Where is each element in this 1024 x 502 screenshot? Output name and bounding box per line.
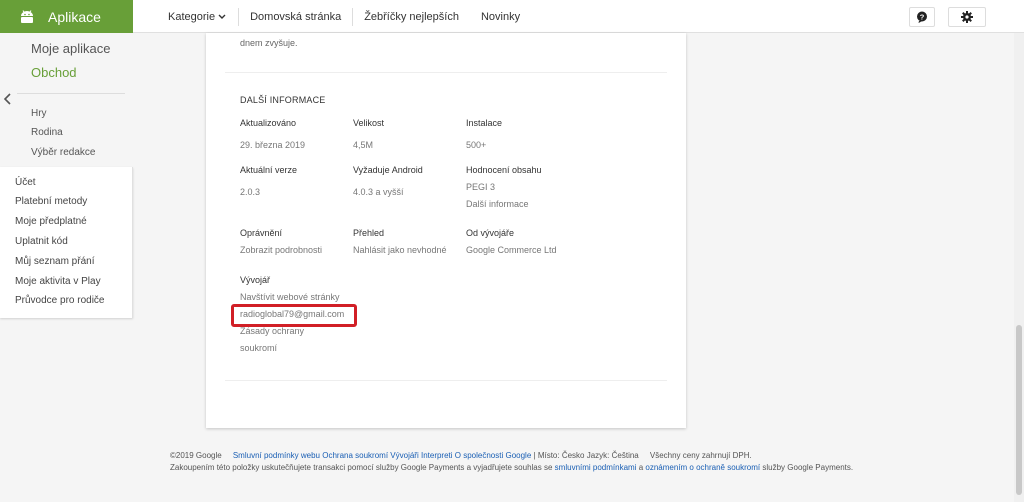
additional-info-heading: DALŠÍ INFORMACE <box>240 95 326 105</box>
page-scrollbar[interactable] <box>1014 33 1024 502</box>
account-item-account[interactable]: Účet <box>15 177 36 188</box>
account-item-subscriptions[interactable]: Moje předplatné <box>15 216 87 227</box>
footer-location: | Místo: Česko Jazyk: Čeština <box>533 451 639 460</box>
footer-payments-and: a <box>638 463 644 472</box>
field-label: Aktuální verze <box>240 165 298 175</box>
categories-label: Kategorie <box>168 10 216 23</box>
section-divider <box>225 380 667 381</box>
settings-button[interactable] <box>948 7 986 27</box>
field-label: Hodnocení obsahu <box>466 165 542 175</box>
chevron-left-icon[interactable] <box>2 92 14 106</box>
nav-charts[interactable]: Žebříčky nejlepších <box>353 11 470 23</box>
footer-copyright: ©2019 Google <box>170 451 222 460</box>
footer: ©2019 Google Smluvní podmínky webu Ochra… <box>170 450 1010 474</box>
sidebar-item-editors-choice[interactable]: Výběr redakce <box>31 147 95 158</box>
field-offered-by: Od vývojáře Google Commerce Ltd <box>466 228 557 259</box>
footer-payments-text: Zakoupením této položky uskutečňujete tr… <box>170 463 553 472</box>
top-bar: Aplikace Kategorie Domovská stránka Žebř… <box>0 0 1024 33</box>
sidebar-item-store[interactable]: Obchod <box>31 65 77 80</box>
apps-brand-button[interactable]: Aplikace <box>0 0 133 33</box>
field-label: Aktualizováno <box>240 118 297 128</box>
android-icon <box>21 9 33 23</box>
field-value: 4,5M <box>353 140 374 150</box>
scrollbar-thumb[interactable] <box>1016 325 1022 495</box>
account-item-wishlist[interactable]: Můj seznam přání <box>15 256 94 267</box>
brand-title: Aplikace <box>48 8 101 25</box>
field-installs: Instalace 500+ <box>466 118 502 154</box>
footer-link-developers[interactable]: Vývojáři <box>390 451 418 460</box>
main-nav: Kategorie Domovská stránka Žebříčky nejl… <box>157 0 531 33</box>
help-button[interactable]: ? <box>909 7 935 27</box>
app-details-card: dnem zvyšuje. DALŠÍ INFORMACE Aktualizov… <box>206 33 686 428</box>
account-menu: Účet Platební metody Moje předplatné Upl… <box>0 167 133 318</box>
field-label: Od vývojáře <box>466 228 515 238</box>
developer-label: Vývojář <box>240 275 271 285</box>
field-version: Aktuální verze 2.0.3 <box>240 165 297 201</box>
footer-payments-end: služby Google Payments. <box>762 463 854 472</box>
email-highlight-box <box>231 304 357 327</box>
sidebar-item-family[interactable]: Rodina <box>31 127 63 138</box>
report-link[interactable]: Nahlásit jako nevhodné <box>353 242 447 259</box>
footer-link-privacy[interactable]: Ochrana soukromí <box>322 451 388 460</box>
field-value: 500+ <box>466 140 487 150</box>
account-item-parent-guide[interactable]: Průvodce pro rodiče <box>15 295 105 306</box>
sidebar-item-games[interactable]: Hry <box>31 108 47 119</box>
sidebar: Moje aplikace Obchod Hry Rodina Výběr re… <box>0 33 133 167</box>
field-content-rating: Hodnocení obsahu PEGI 3 Další informace <box>466 165 542 213</box>
rating-more-info-link[interactable]: Další informace <box>466 196 542 213</box>
field-value: 29. března 2019 <box>240 140 306 150</box>
field-value: 2.0.3 <box>240 187 261 197</box>
field-value: 4.0.3 a vyšší <box>353 187 404 197</box>
footer-prices: Všechny ceny zahrnují DPH. <box>649 451 752 460</box>
permissions-link[interactable]: Zobrazit podrobnosti <box>240 242 322 259</box>
footer-link-payment-terms[interactable]: smluvními podmínkami <box>555 463 637 472</box>
chevron-down-icon <box>218 14 226 19</box>
field-label: Velikost <box>353 118 385 128</box>
footer-link-about[interactable]: O společnosti Google <box>455 451 532 460</box>
categories-dropdown[interactable]: Kategorie <box>157 7 240 26</box>
svg-text:?: ? <box>920 12 925 21</box>
gear-icon <box>961 11 973 23</box>
footer-line-1: ©2019 Google Smluvní podmínky webu Ochra… <box>170 450 1010 462</box>
account-item-payment-methods[interactable]: Platební metody <box>15 196 87 207</box>
field-value: PEGI 3 <box>466 182 496 192</box>
field-label: Oprávnění <box>240 228 283 238</box>
footer-line-2: Zakoupením této položky uskutečňujete tr… <box>170 462 1010 474</box>
footer-link-artists[interactable]: Interpreti <box>421 451 453 460</box>
nav-new[interactable]: Novinky <box>470 11 531 23</box>
footer-link-payment-privacy[interactable]: oznámením o ochraně soukromí <box>645 463 760 472</box>
footer-link-terms[interactable]: Smluvní podmínky webu <box>233 451 320 460</box>
section-divider <box>225 72 667 73</box>
sidebar-divider <box>17 93 125 94</box>
field-label: Instalace <box>466 118 503 128</box>
nav-home[interactable]: Domovská stránka <box>239 11 352 23</box>
field-permissions: Oprávnění Zobrazit podrobnosti <box>240 228 322 259</box>
field-report: Přehled Nahlásit jako nevhodné <box>353 228 447 259</box>
description-tail: dnem zvyšuje. <box>240 38 298 48</box>
field-requires-android: Vyžaduje Android 4.0.3 a vyšší <box>353 165 423 201</box>
account-item-redeem[interactable]: Uplatnit kód <box>15 236 68 247</box>
sidebar-item-my-apps[interactable]: Moje aplikace <box>31 41 111 56</box>
privacy-policy-link-2[interactable]: soukromí <box>240 340 380 357</box>
field-label: Vyžaduje Android <box>353 165 423 175</box>
field-label: Přehled <box>353 228 385 238</box>
field-size: Velikost 4,5M <box>353 118 384 154</box>
field-value: Google Commerce Ltd <box>466 245 557 255</box>
field-updated: Aktualizováno 29. března 2019 <box>240 118 305 154</box>
help-icon: ? <box>917 11 927 23</box>
account-item-activity[interactable]: Moje aktivita v Play <box>15 276 101 287</box>
